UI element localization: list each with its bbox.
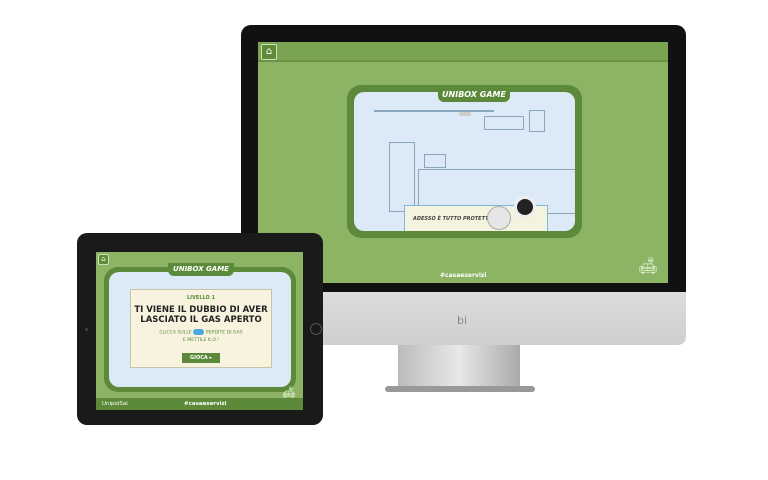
level-label: LIVELLO 1 bbox=[187, 295, 215, 301]
tablet-camera bbox=[85, 328, 88, 331]
bottom-bar: UnipolSai #casaeservizi bbox=[96, 398, 303, 410]
game-title: UNIBOX GAME bbox=[438, 88, 510, 102]
play-button[interactable]: GIOCA ▸ bbox=[181, 352, 221, 363]
question-text: TI VIENE IL DUBBIO DI AVER LASCIATO IL G… bbox=[134, 305, 268, 325]
sofa-lamp-icon: 🛋 bbox=[282, 386, 296, 399]
level-popup: LIVELLO 1 TI VIENE IL DUBBIO DI AVER LAS… bbox=[130, 289, 272, 368]
play-arrow-icon: ▸ bbox=[209, 354, 213, 361]
home-icon[interactable]: ⌂ bbox=[261, 44, 277, 60]
top-bar bbox=[258, 42, 668, 62]
hashtag: #casaeservizi bbox=[184, 401, 227, 407]
hint-line2: E METTILE K.O.! bbox=[182, 337, 220, 343]
banner-text: ADESSO È TUTTO PROTETTO! bbox=[413, 216, 496, 222]
brand-mark: bi bbox=[457, 314, 468, 327]
unibox-device bbox=[514, 196, 536, 218]
hint-before: CLICCA SULLE bbox=[159, 330, 192, 336]
smoke-detector-device bbox=[487, 206, 511, 230]
monitor-stand bbox=[398, 345, 520, 390]
tablet-screen: ⌂ UNIBOX GAME LIVELLO 1 TI VIENE IL DUBB… bbox=[96, 252, 303, 410]
sofa-lamp-icon: 🛋 bbox=[638, 256, 659, 275]
home-icon[interactable]: ⌂ bbox=[98, 254, 109, 265]
monitor-base bbox=[385, 386, 535, 392]
hashtag: #casaeservizi bbox=[440, 272, 487, 279]
hint-after: PERDITE DI GAS bbox=[205, 330, 243, 336]
brand-logo: UnipolSai bbox=[102, 401, 128, 407]
tablet-home-button[interactable] bbox=[310, 323, 322, 335]
gas-cloud-icon bbox=[193, 329, 205, 335]
kitchen-scene[interactable]: ADESSO È TUTTO PROTETTO! bbox=[354, 92, 575, 231]
gas-detector[interactable] bbox=[459, 112, 471, 116]
game-panel: ADESSO È TUTTO PROTETTO! bbox=[347, 85, 582, 238]
instruction-text: CLICCA SULLE PERDITE DI GAS E METTILE K.O… bbox=[131, 329, 271, 344]
game-title: UNIBOX GAME bbox=[168, 263, 234, 276]
play-label: GIOCA bbox=[189, 354, 208, 361]
